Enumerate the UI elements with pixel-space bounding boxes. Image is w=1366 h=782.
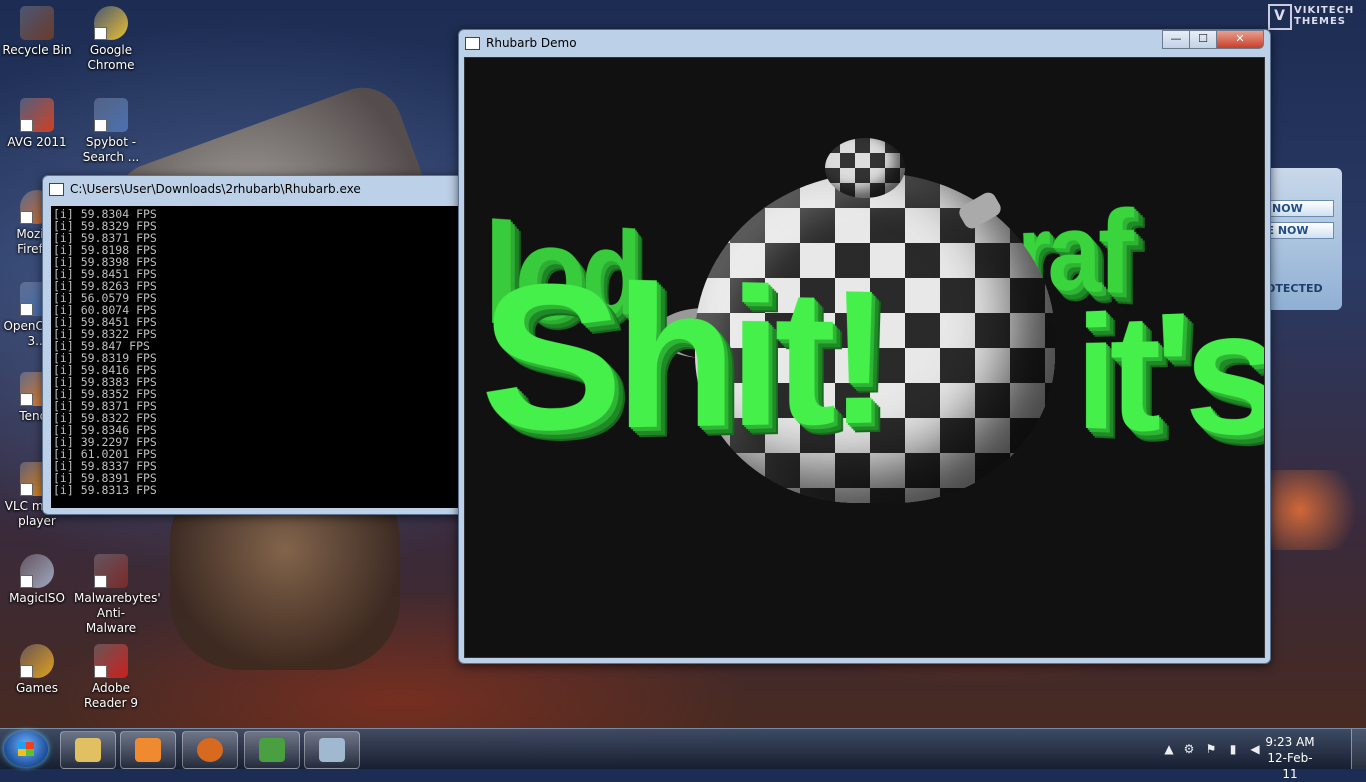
system-clock[interactable]: 9:23 AM 12-Feb-11 [1260, 734, 1320, 782]
taskbar-button-console[interactable] [304, 731, 360, 769]
desktop-icon-chrome[interactable]: Google Chrome [74, 6, 148, 73]
avg-protection-status: OTECTED [1266, 282, 1323, 295]
messenger-icon [259, 738, 285, 762]
window-controls: — ☐ ✕ [1162, 30, 1264, 49]
rhubarb-titlebar[interactable]: Rhubarb Demo [459, 30, 1270, 56]
scene-text-front: Shit! [480, 239, 882, 476]
desktop-icon-label: Adobe Reader 9 [84, 681, 138, 710]
clock-date: 12-Feb-11 [1267, 751, 1313, 781]
desktop-icon-spybot[interactable]: Spybot - Search ... [74, 98, 148, 165]
rhubarb-title: Rhubarb Demo [486, 36, 577, 50]
rhubarb-demo-window[interactable]: Rhubarb Demo — ☐ ✕ lod raf Shit! it's [458, 29, 1271, 664]
taskbar: ▲ ⚙ ⚑ ▮ ◀ 9:23 AM 12-Feb-11 [0, 728, 1366, 781]
console-line: [i] 59.8313 FPS [53, 483, 157, 497]
theme-brand-line2: THEMES [1294, 16, 1347, 27]
games-icon [20, 644, 54, 678]
desktop-icon-adobe-reader[interactable]: Adobe Reader 9 [74, 644, 148, 711]
desktop-icon-label: AVG 2011 [7, 135, 67, 149]
rhubarb-app-icon [465, 37, 480, 50]
desktop-icon-recycle-bin[interactable]: Recycle Bin [0, 6, 74, 58]
start-button[interactable] [4, 731, 48, 767]
console-app-icon [49, 183, 64, 196]
desktop-icon-malwarebytes[interactable]: Malwarebytes' Anti-Malware [74, 554, 161, 636]
taskbar-button-explorer[interactable] [60, 731, 116, 769]
desktop-icon-label: MagicISO [9, 591, 65, 605]
theme-brand-line1: VIKITECH [1294, 5, 1355, 16]
steam-icon[interactable]: ⚙ [1182, 742, 1196, 756]
desktop-icon-games[interactable]: Games [0, 644, 74, 696]
show-hidden-icons-chevron-icon[interactable]: ▲ [1162, 742, 1176, 756]
desktop-icon-label: Spybot - Search ... [82, 135, 140, 164]
console-title: C:\Users\User\Downloads\2rhubarb\Rhubarb… [70, 182, 361, 196]
desktop-icon-label: Recycle Bin [2, 43, 72, 57]
media-player-icon [135, 738, 161, 762]
magiciso-icon [20, 554, 54, 588]
console-output[interactable]: [i] 59.8304 FPS [i] 59.8329 FPS [i] 59.837… [51, 206, 465, 508]
console-window[interactable]: C:\Users\User\Downloads\2rhubarb\Rhubarb… [42, 175, 466, 515]
console-titlebar[interactable]: C:\Users\User\Downloads\2rhubarb\Rhubarb… [43, 176, 465, 202]
close-button[interactable]: ✕ [1216, 30, 1264, 49]
folder-icon [75, 738, 101, 762]
desktop-icon-avg[interactable]: AVG 2011 [0, 98, 74, 150]
desktop-icon-label: Google Chrome [87, 43, 135, 72]
clock-time: 9:23 AM [1265, 735, 1315, 749]
minimize-button[interactable]: — [1162, 30, 1189, 49]
taskbar-button-messenger[interactable] [244, 731, 300, 769]
scene-text-right: it's [1075, 271, 1265, 475]
spybot-icon [94, 98, 128, 132]
desktop-icon-label: Malwarebytes' Anti-Malware [74, 591, 161, 635]
avg-icon [20, 98, 54, 132]
firefox-icon [197, 738, 223, 762]
taskbar-button-firefox[interactable] [182, 731, 238, 769]
taskbar-button-media-player[interactable] [120, 731, 176, 769]
action-center-flag-icon[interactable]: ⚑ [1204, 742, 1218, 756]
show-desktop-button[interactable] [1351, 729, 1366, 769]
recycle-bin-icon [20, 6, 54, 40]
maximize-button[interactable]: ☐ [1189, 30, 1216, 49]
network-signal-icon[interactable]: ▮ [1226, 742, 1240, 756]
desktop-icon-label: Games [16, 681, 58, 695]
desktop-icon-magiciso[interactable]: MagicISO [0, 554, 74, 606]
render-viewport[interactable]: lod raf Shit! it's [464, 57, 1265, 658]
chrome-icon [94, 6, 128, 40]
console-icon [319, 738, 345, 762]
malwarebytes-icon [94, 554, 128, 588]
adobe-reader-icon [94, 644, 128, 678]
theme-logo-icon: V [1268, 4, 1292, 30]
teapot-lid [825, 138, 905, 198]
